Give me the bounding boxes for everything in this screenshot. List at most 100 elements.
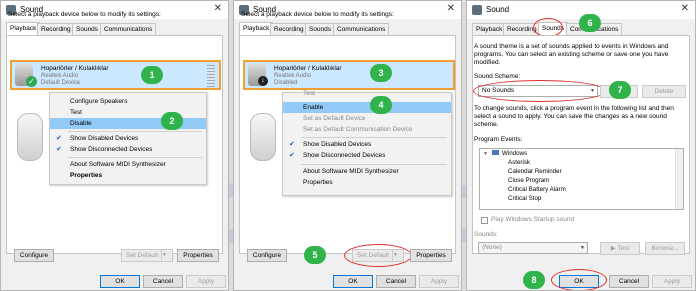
tab-playback[interactable]: Playback — [472, 23, 507, 35]
checkmark-icon: ✔ — [56, 146, 62, 153]
list-item[interactable]: Critical Stop — [480, 195, 675, 204]
test-label: Test — [617, 245, 630, 252]
step-badge: 5 — [304, 246, 326, 264]
sound-dialog-step3: Sound ✕ Playback Recording Sounds Commun… — [466, 0, 696, 291]
menu-show-disabled[interactable]: ✔ Show Disabled Devices — [50, 131, 206, 144]
list-item[interactable]: ▼ Windows — [480, 150, 675, 159]
speaker-graphic — [250, 113, 276, 161]
tab-recording[interactable]: Recording — [37, 23, 75, 35]
disabled-down-arrow-icon: ↓ — [258, 76, 268, 86]
sounds-select[interactable]: (None) ▼ — [478, 242, 588, 254]
apply-button[interactable]: Apply — [186, 275, 226, 288]
sounds-label: Sounds: — [474, 231, 498, 238]
highlight-ring — [473, 80, 607, 102]
list-item[interactable]: Critical Battery Alarm — [480, 186, 675, 195]
menu-show-disconnected[interactable]: ✔ Show Disconnected Devices — [283, 150, 451, 161]
tab-sounds[interactable]: Sounds — [72, 23, 103, 35]
context-menu: Test Enable Set as Default Device Set as… — [282, 90, 452, 196]
check-icon: ✓ — [26, 76, 37, 87]
tab-playback[interactable]: Playback — [239, 22, 274, 35]
device-status: Default Device — [41, 80, 81, 86]
scheme-label: Sound Scheme: — [474, 73, 521, 80]
properties-button[interactable]: Properties — [177, 249, 219, 262]
tab-communications[interactable]: Communications — [333, 23, 390, 35]
step-badge: 2 — [161, 112, 183, 130]
chevron-down-icon: ▼ — [580, 245, 585, 251]
ok-button[interactable]: OK — [100, 275, 140, 288]
list-item[interactable]: Calendar Reminder — [480, 168, 675, 177]
cancel-button[interactable]: Cancel — [376, 275, 416, 288]
dropdown-arrow-icon: ▼ — [161, 250, 172, 261]
event-name: Critical Stop — [508, 195, 542, 202]
device-name: Hoparlörler / Kulaklıklar — [41, 65, 109, 72]
menu-set-default[interactable]: Set as Default Device — [283, 113, 451, 124]
menu-test[interactable]: Test — [283, 90, 451, 99]
startup-sound-label: Play Windows Startup sound — [491, 216, 575, 223]
speaker-graphic — [17, 113, 43, 161]
device-driver: Realtek Audio — [274, 73, 312, 79]
cancel-button[interactable]: Cancel — [609, 275, 649, 288]
startup-sound-checkbox[interactable] — [481, 217, 488, 224]
tab-playback[interactable]: Playback — [6, 22, 41, 35]
speaker-app-icon — [472, 5, 482, 15]
list-item[interactable]: Asterisk — [480, 159, 675, 168]
browse-button[interactable]: Browse... — [645, 242, 685, 255]
checkmark-icon: ✔ — [289, 141, 295, 148]
checkmark-icon: ✔ — [56, 135, 62, 142]
configure-button[interactable]: Configure — [14, 249, 54, 262]
window-title: Sound — [486, 5, 510, 14]
device-row[interactable]: ✓ Hoparlörler / Kulaklıklar Realtek Audi… — [10, 60, 221, 90]
device-name: Hoparlörler / Kulaklıklar — [274, 65, 342, 72]
menu-label: Show Disconnected Devices — [303, 152, 386, 159]
test-button[interactable]: ▶ Test — [600, 242, 640, 255]
set-default-label: Set Default — [126, 252, 159, 259]
menu-properties[interactable]: Properties — [283, 177, 451, 188]
list-item[interactable]: Close Program — [480, 177, 675, 186]
menu-show-disabled[interactable]: ✔ Show Disabled Devices — [283, 137, 451, 150]
highlight-ring — [344, 244, 412, 267]
sound-dialog-step2: Sound ✕ Playback Recording Sounds Commun… — [233, 0, 462, 291]
event-name: Critical Battery Alarm — [508, 186, 566, 193]
menu-test[interactable]: Test — [50, 107, 206, 118]
event-name: Asterisk — [508, 159, 531, 166]
menu-enable[interactable]: Enable — [283, 102, 451, 113]
highlight-ring — [551, 269, 607, 290]
ok-button[interactable]: OK — [333, 275, 373, 288]
menu-properties[interactable]: Properties — [50, 170, 206, 181]
device-status: Disabled — [274, 80, 298, 86]
events-label: Program Events: — [474, 136, 523, 143]
properties-button[interactable]: Properties — [410, 249, 452, 262]
delete-button[interactable]: Delete — [642, 85, 686, 98]
menu-set-default-communication[interactable]: Set as Default Communication Device — [283, 124, 451, 135]
tab-sounds[interactable]: Sounds — [305, 23, 336, 35]
apply-button[interactable]: Apply — [419, 275, 459, 288]
context-menu: Configure Speakers Test Disable ✔ Show Di… — [49, 92, 207, 185]
change-sounds-text: To change sounds, click a program event … — [474, 105, 674, 128]
tab-recording[interactable]: Recording — [270, 23, 308, 35]
menu-label: Show Disabled Devices — [303, 141, 372, 148]
event-name: Close Program — [508, 177, 550, 184]
apply-button[interactable]: Apply — [652, 275, 692, 288]
configure-button[interactable]: Configure — [247, 249, 287, 262]
tab-communications[interactable]: Communications — [100, 23, 157, 35]
collapse-arrow-icon: ▼ — [483, 151, 488, 157]
set-default-button[interactable]: Set Default ▼ — [121, 249, 173, 262]
scheme-description: A sound theme is a set of sounds applied… — [474, 43, 669, 66]
menu-configure-speakers[interactable]: Configure Speakers — [50, 96, 206, 107]
cancel-button[interactable]: Cancel — [143, 275, 183, 288]
menu-show-disconnected[interactable]: ✔ Show Disconnected Devices — [50, 144, 206, 155]
events-scrollbar[interactable] — [675, 149, 683, 209]
menu-about-midi[interactable]: About Software MIDI Synthesizer — [283, 164, 451, 177]
checkmark-icon: ✔ — [289, 152, 295, 159]
instruction-text: Select a playback device below to modify… — [8, 11, 161, 18]
sounds-value: (None) — [482, 244, 502, 251]
menu-about-midi[interactable]: About Software MIDI Synthesizer — [50, 157, 206, 170]
step-badge: 7 — [609, 81, 631, 99]
close-icon[interactable]: ✕ — [681, 3, 689, 14]
menu-label: Show Disabled Devices — [70, 135, 139, 142]
event-name: Calendar Reminder — [508, 168, 562, 175]
level-meter — [207, 65, 215, 87]
program-events-list[interactable]: ▼ Windows Asterisk Calendar Reminder Clos… — [479, 148, 684, 210]
device-row[interactable]: ↓ Hoparlörler / Kulaklıklar Realtek Audi… — [243, 60, 455, 90]
step-badge: 6 — [579, 14, 601, 32]
